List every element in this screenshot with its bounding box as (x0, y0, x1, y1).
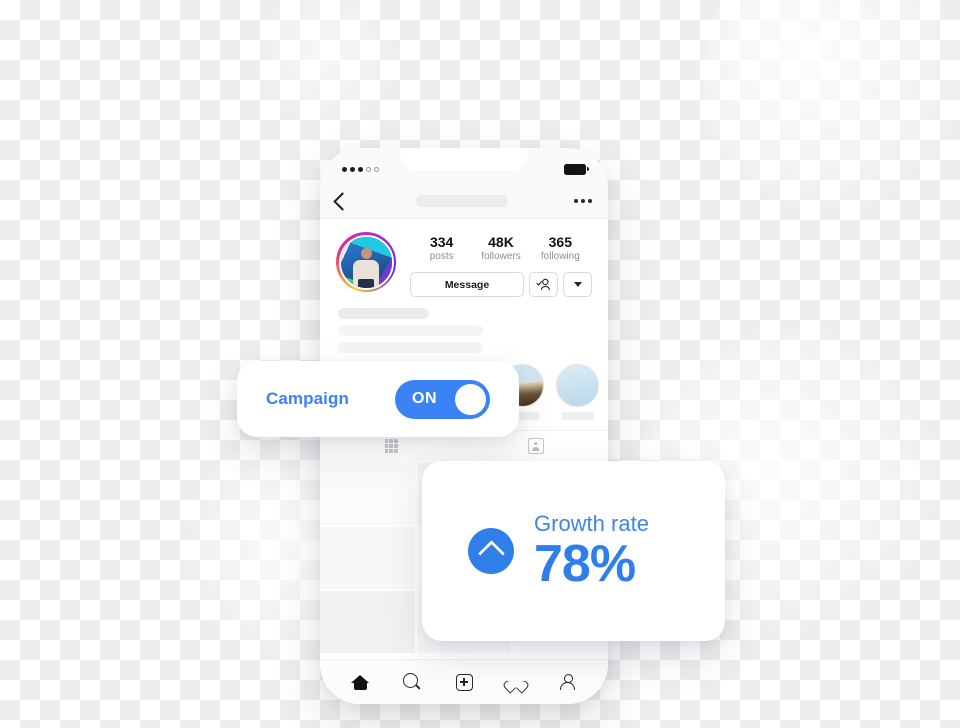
campaign-card: Campaign ON (237, 361, 519, 437)
post-thumbnail[interactable] (320, 591, 415, 654)
campaign-label: Campaign (266, 389, 349, 408)
stat-posts[interactable]: 334 posts (412, 234, 471, 263)
stat-label: following (540, 251, 580, 263)
avatar[interactable] (336, 232, 396, 292)
person-check-icon[interactable] (529, 272, 558, 298)
growth-rate-title: Growth rate (534, 510, 649, 536)
battery-icon (564, 163, 589, 175)
campaign-toggle[interactable]: ON (395, 379, 490, 419)
stat-value: 334 (429, 234, 454, 250)
chevron-left-icon[interactable] (333, 191, 352, 211)
message-button[interactable]: Message (410, 272, 524, 298)
heart-icon[interactable] (506, 672, 526, 692)
kebab-menu-icon[interactable] (574, 199, 592, 203)
toggle-state-label: ON (412, 390, 437, 407)
chevron-up-icon[interactable] (468, 528, 514, 574)
growth-rate-card: Growth rate 78% (422, 461, 725, 641)
grid-icon[interactable] (384, 439, 399, 453)
tagged-photos-icon[interactable] (527, 438, 544, 455)
toggle-knob (455, 383, 486, 415)
growth-rate-value: 78% (534, 535, 636, 594)
caret-down-icon[interactable] (563, 272, 592, 298)
phone-notch (400, 148, 528, 170)
signal-strength-icon (342, 166, 379, 172)
app-nav-bar (320, 184, 608, 219)
home-icon[interactable] (350, 672, 370, 692)
add-post-icon[interactable] (454, 672, 474, 692)
post-thumbnail[interactable] (320, 527, 415, 590)
post-thumbnail[interactable] (320, 463, 415, 526)
background-blob (250, 0, 400, 130)
bio-placeholder (320, 297, 608, 354)
profile-actions: Message (410, 272, 592, 298)
profile-stats: 334 posts 48K followers 365 following (410, 232, 592, 263)
stat-label: followers (481, 251, 521, 263)
stat-value: 365 (548, 234, 572, 250)
stat-label: posts (429, 251, 454, 263)
stat-value: 48K (488, 234, 514, 250)
background-blob (700, 0, 960, 210)
person-check-glyph (536, 278, 551, 291)
search-icon[interactable] (402, 672, 422, 692)
story-highlight[interactable] (556, 364, 599, 421)
stat-following[interactable]: 365 following (531, 234, 590, 263)
profile-icon[interactable] (558, 672, 578, 692)
stat-followers[interactable]: 48K followers (471, 234, 530, 263)
profile-header: 334 posts 48K followers 365 following Me… (320, 219, 608, 298)
username-placeholder (415, 195, 508, 207)
scene: 334 posts 48K followers 365 following Me… (0, 0, 960, 728)
bottom-navigation (320, 659, 608, 704)
